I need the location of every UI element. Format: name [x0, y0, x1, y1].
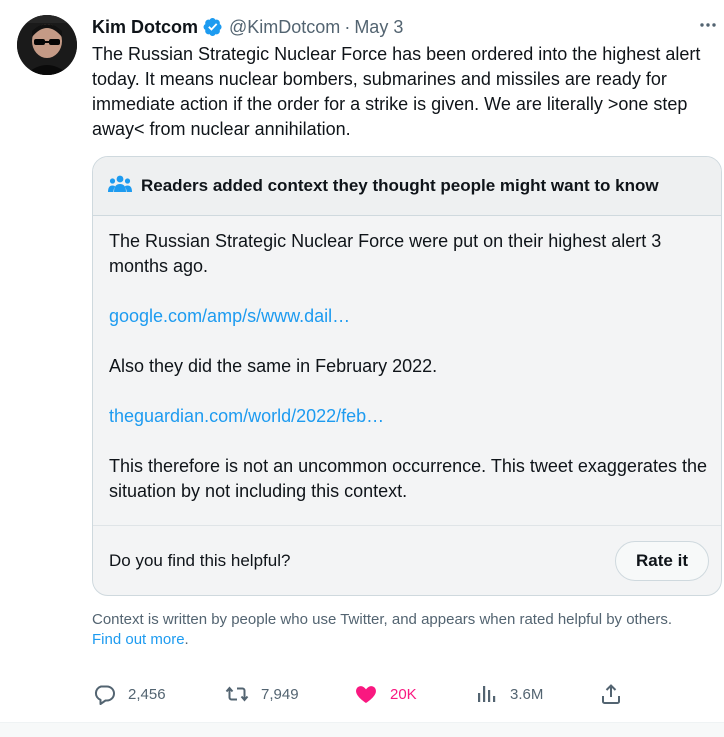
- author-handle[interactable]: @KimDotcom: [229, 17, 340, 38]
- tweet: Kim Dotcom @KimDotcom · May 3 The Russia…: [0, 0, 724, 722]
- note-link-1[interactable]: google.com/amp/s/www.dail…: [109, 306, 350, 326]
- note-title: Readers added context they thought peopl…: [141, 176, 659, 195]
- author-name[interactable]: Kim Dotcom: [92, 17, 198, 38]
- helpful-question: Do you find this helpful?: [109, 550, 291, 570]
- find-out-more-link[interactable]: Find out more: [92, 631, 185, 648]
- note-body: The Russian Strategic Nuclear Force were…: [109, 229, 709, 504]
- rate-it-button[interactable]: Rate it: [615, 540, 709, 581]
- people-icon: [108, 174, 132, 199]
- context-info-text: Context is written by people who use Twi…: [92, 611, 673, 628]
- note-footer: Do you find this helpful? Rate it: [93, 525, 721, 595]
- bottom-divider: [0, 722, 724, 737]
- verified-badge-icon: [203, 17, 223, 37]
- retweet-button[interactable]: 7,949: [225, 678, 299, 710]
- note-link-2[interactable]: theguardian.com/world/2022/feb…: [109, 406, 384, 426]
- like-button[interactable]: 20K: [354, 678, 417, 710]
- action-bar: 2,456 7,949 20K 3.6M: [92, 678, 632, 710]
- context-info: Context is written by people who use Twi…: [92, 610, 702, 650]
- like-count: 20K: [390, 685, 417, 703]
- note-header: Readers added context they thought peopl…: [93, 157, 721, 216]
- note-paragraph-3: This therefore is not an uncommon occurr…: [109, 456, 707, 501]
- share-icon: [602, 684, 620, 704]
- retweet-icon: [225, 686, 249, 702]
- views-button[interactable]: 3.6M: [474, 678, 543, 710]
- reply-count: 2,456: [128, 685, 166, 703]
- reply-button[interactable]: 2,456: [92, 678, 166, 710]
- tweet-header: Kim Dotcom @KimDotcom · May 3: [92, 15, 403, 39]
- avatar-image: [17, 15, 77, 75]
- views-count: 3.6M: [510, 685, 544, 703]
- tweet-text: The Russian Strategic Nuclear Force has …: [92, 44, 701, 139]
- retweet-count: 7,949: [261, 685, 299, 703]
- avatar[interactable]: [17, 15, 77, 75]
- heart-icon: [356, 686, 376, 703]
- context-info-suffix: .: [184, 631, 189, 648]
- note-paragraph-1: The Russian Strategic Nuclear Force were…: [109, 231, 662, 276]
- views-icon: [478, 686, 496, 702]
- separator: ·: [344, 16, 351, 37]
- tweet-date[interactable]: May 3: [354, 17, 403, 38]
- community-note: Readers added context they thought peopl…: [92, 156, 722, 596]
- note-paragraph-2: Also they did the same in February 2022.: [109, 356, 438, 376]
- reply-icon: [94, 685, 115, 705]
- share-button[interactable]: [599, 678, 623, 710]
- more-icon[interactable]: [696, 13, 720, 37]
